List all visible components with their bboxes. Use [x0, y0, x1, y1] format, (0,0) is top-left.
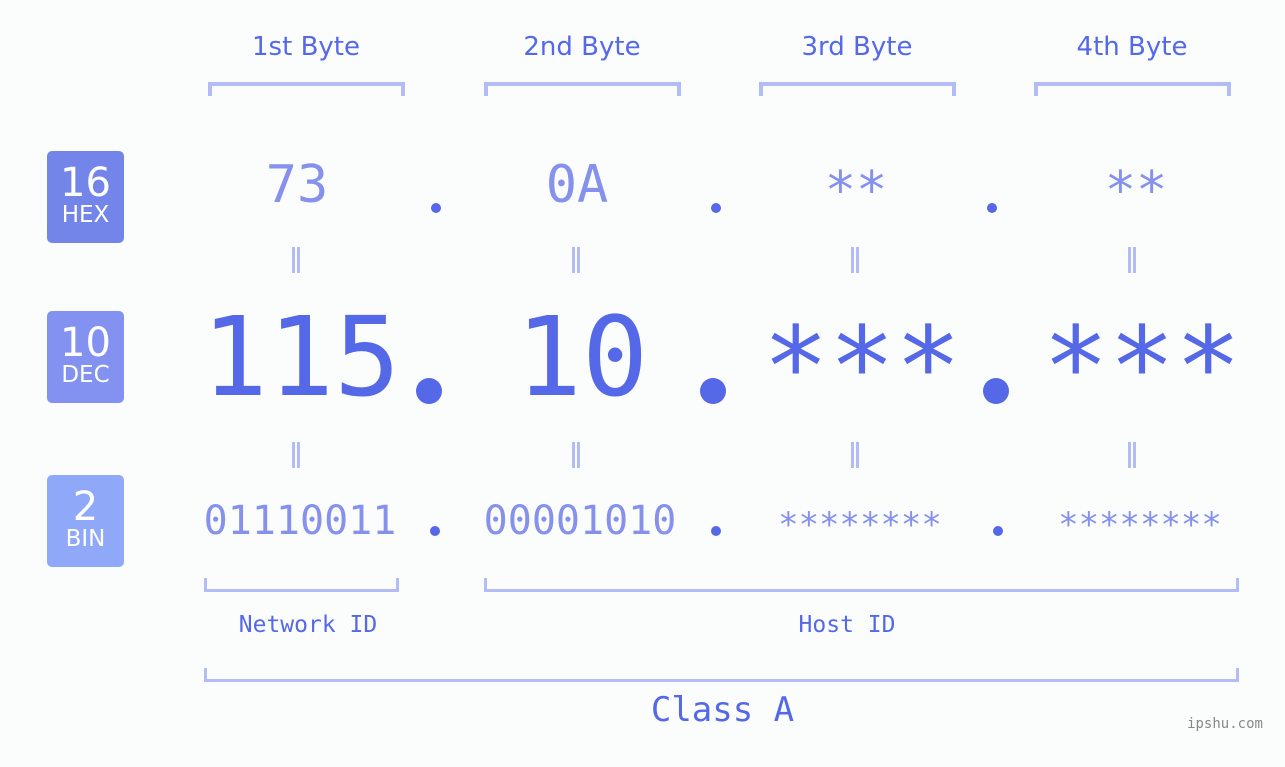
hex-badge: 16 HEX [47, 151, 124, 243]
dec-octet-2: 10 [515, 293, 649, 421]
hex-dot-3 [987, 203, 997, 213]
equals-icon [292, 247, 300, 273]
class-bracket [204, 668, 1239, 682]
hex-badge-label: HEX [61, 202, 110, 228]
bin-badge-number: 2 [72, 484, 99, 530]
bin-dot-1 [430, 526, 440, 536]
equals-icon [572, 247, 580, 273]
dec-dot-2 [700, 378, 726, 404]
hex-octet-3: ** [824, 161, 888, 221]
bin-octet-2: 00001010 [483, 498, 677, 544]
watermark: ipshu.com [1187, 716, 1263, 732]
class-label: Class A [650, 690, 795, 730]
dec-badge: 10 DEC [47, 311, 124, 403]
hex-dot-1 [431, 203, 441, 213]
byte-bracket-4 [1034, 82, 1231, 96]
bin-dot-2 [711, 526, 721, 536]
dec-octet-4: *** [1042, 303, 1242, 431]
dec-dot-3 [983, 378, 1009, 404]
host-id-label: Host ID [798, 612, 896, 638]
dec-dot-1 [416, 378, 442, 404]
equals-icon [572, 442, 580, 468]
bin-badge: 2 BIN [47, 475, 124, 567]
equals-icon [292, 442, 300, 468]
hex-octet-2: 0A [545, 155, 609, 215]
byte-bracket-3 [759, 82, 956, 96]
bin-octet-1: 01110011 [203, 498, 397, 544]
hex-badge-number: 16 [60, 160, 111, 206]
dec-octet-3: *** [762, 303, 962, 431]
dec-badge-number: 10 [60, 320, 111, 366]
dec-octet-1: 115 [201, 293, 401, 421]
network-id-bracket [204, 578, 399, 592]
byte-bracket-1 [208, 82, 405, 96]
byte-header-2: 2nd Byte [523, 32, 641, 62]
bin-octet-4: ******** [1058, 505, 1222, 545]
byte-header-3: 3rd Byte [801, 32, 913, 62]
equals-icon [851, 247, 859, 273]
hex-dot-2 [711, 203, 721, 213]
equals-icon [1128, 247, 1136, 273]
bin-badge-label: BIN [65, 526, 106, 552]
bin-dot-3 [993, 526, 1003, 536]
network-id-label: Network ID [238, 612, 378, 638]
equals-icon [851, 442, 859, 468]
equals-icon [1128, 442, 1136, 468]
byte-header-4: 4th Byte [1076, 32, 1188, 62]
byte-header-1: 1st Byte [252, 32, 360, 62]
host-id-bracket [484, 578, 1239, 592]
hex-octet-1: 73 [265, 155, 329, 215]
hex-octet-4: ** [1104, 161, 1168, 221]
bin-octet-3: ******** [778, 505, 942, 545]
dec-badge-label: DEC [61, 362, 110, 388]
byte-bracket-2 [484, 82, 681, 96]
